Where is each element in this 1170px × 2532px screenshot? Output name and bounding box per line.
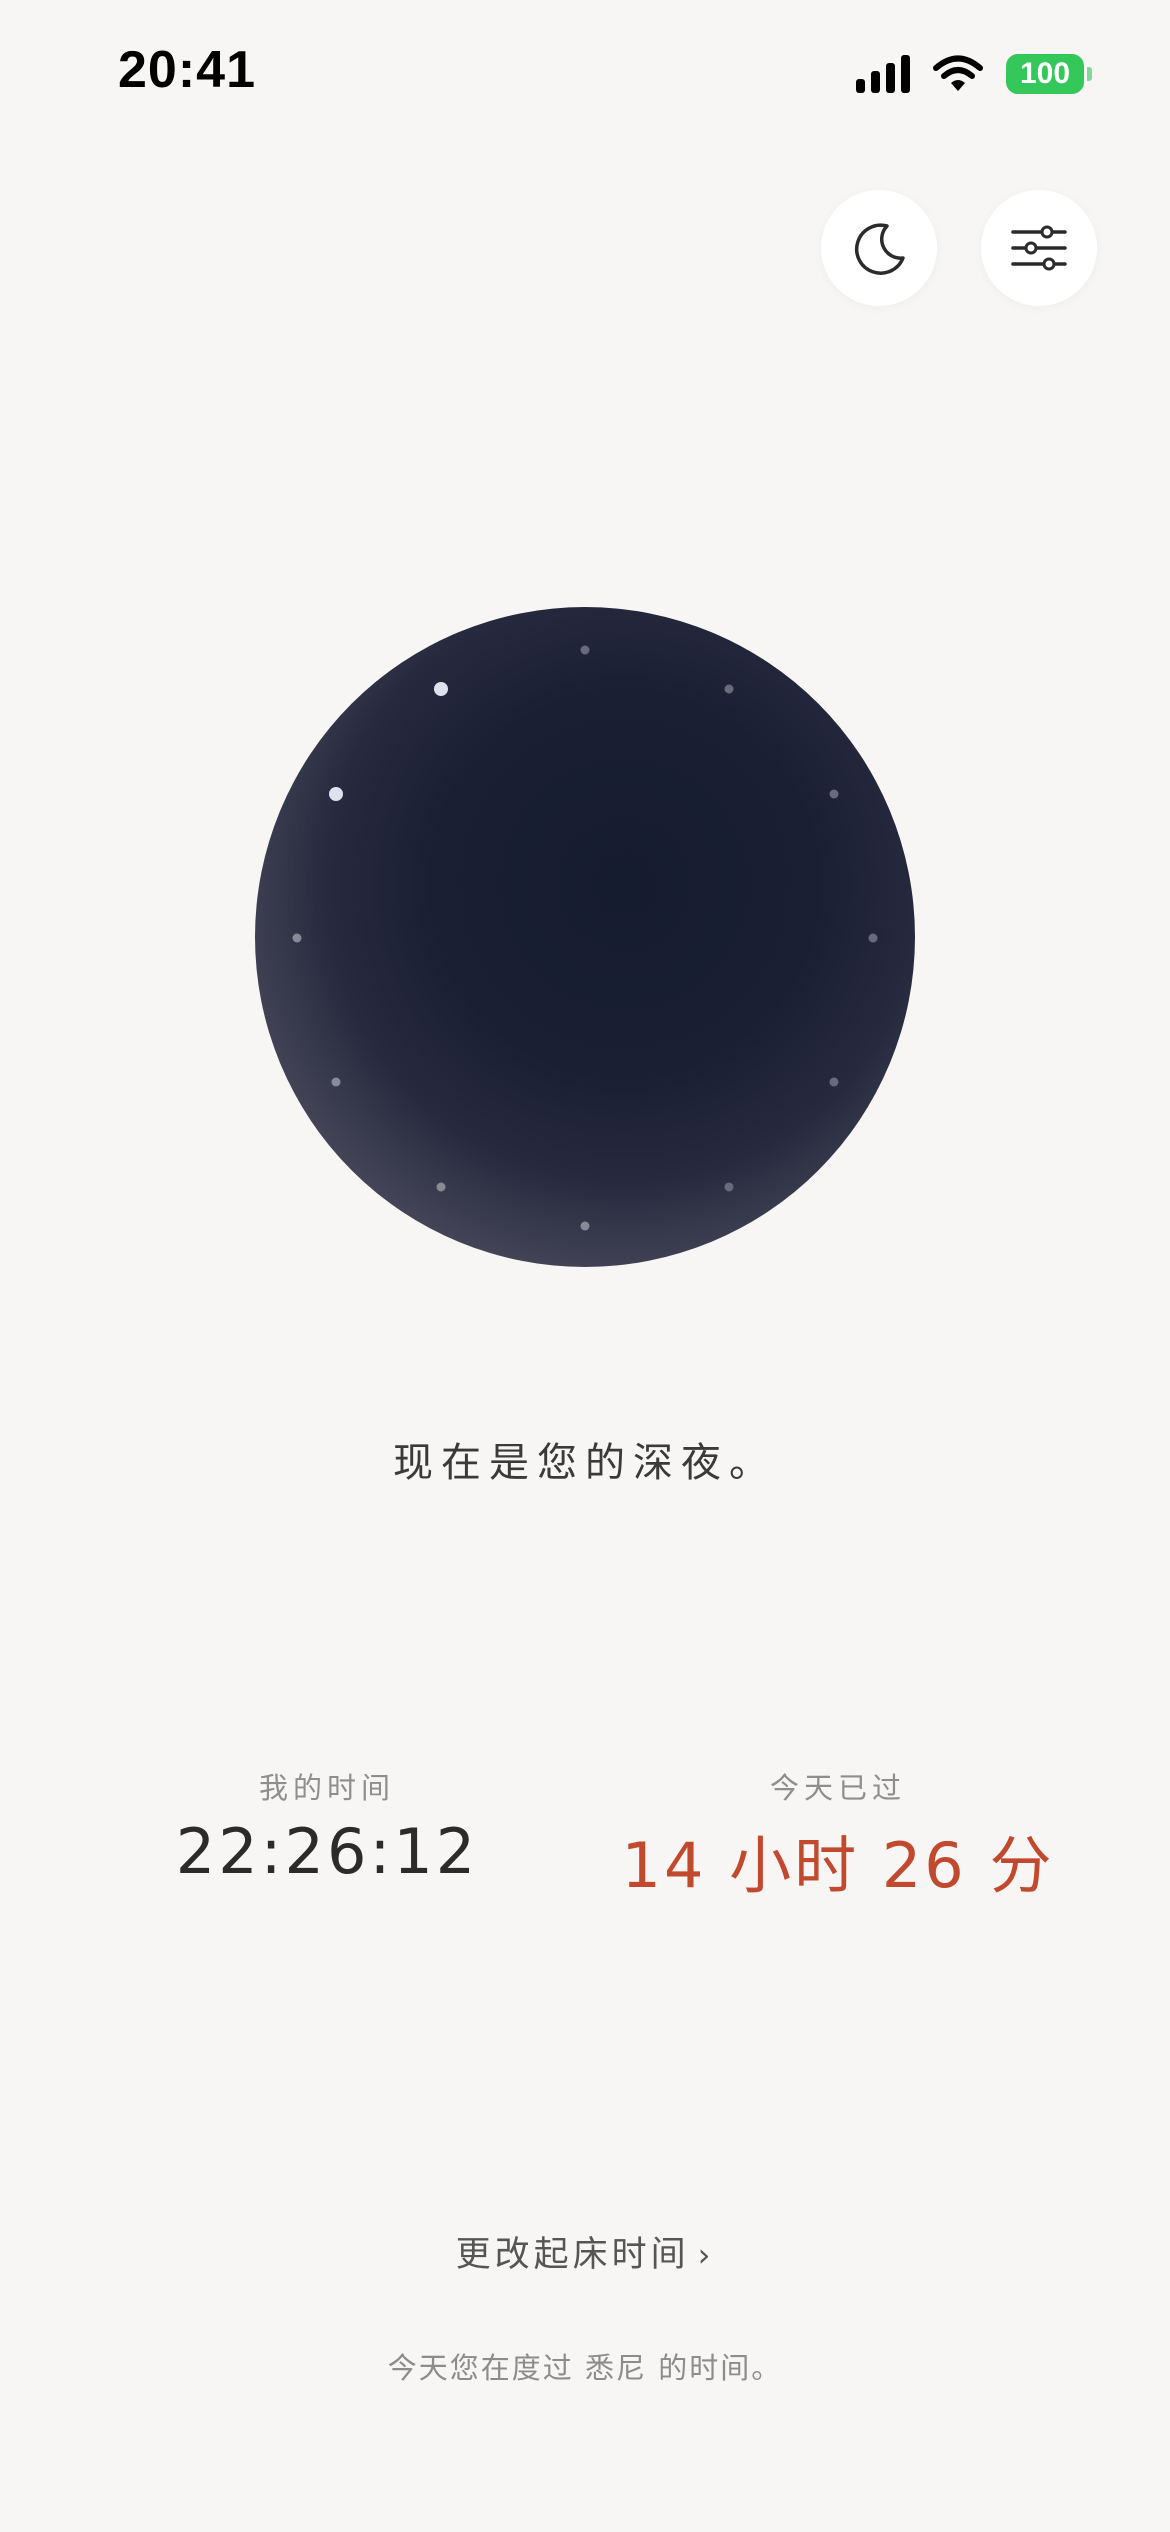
status-bar: 20:41 100 <box>0 0 1170 150</box>
timezone-note: 今天您在度过 悉尼 的时间。 <box>387 2351 783 2385</box>
dial-tick <box>868 933 878 943</box>
moon-icon <box>854 223 905 275</box>
dial-tick <box>724 684 734 694</box>
time-of-day-message: 现在是您的深夜。 <box>393 1440 777 1486</box>
dial-tick-active <box>434 682 448 696</box>
my-time-value: 22:26:12 <box>175 1815 479 1888</box>
elapsed-label: 今天已过 <box>769 1771 906 1805</box>
dial-tick <box>292 933 302 943</box>
dial-tick <box>829 1077 839 1087</box>
status-time: 20:41 <box>118 41 256 99</box>
change-wake-time-link[interactable]: 更改起床时间 › <box>0 2226 1170 2277</box>
dial-tick <box>580 645 590 655</box>
battery-icon: 100 <box>1006 54 1092 94</box>
chevron-right-icon: › <box>697 2236 715 2274</box>
dial-tick <box>331 1077 341 1087</box>
battery-level: 100 <box>1006 54 1084 94</box>
elapsed-value: 14 小时 26 分 <box>621 1829 1055 1902</box>
my-time-label: 我的时间 <box>258 1771 395 1805</box>
night-mode-button[interactable] <box>821 190 937 306</box>
dial-tick-active <box>329 787 343 801</box>
dial-tick <box>829 789 839 799</box>
signal-icon <box>856 55 910 93</box>
dial-tick <box>724 1182 734 1192</box>
status-icons: 100 <box>856 54 1092 94</box>
dial-tick <box>436 1182 446 1192</box>
wifi-icon <box>933 55 983 91</box>
time-dial <box>255 607 915 1267</box>
change-wake-time-label: 更改起床时间 <box>455 2235 690 2275</box>
dial-tick <box>580 1221 590 1231</box>
settings-button[interactable] <box>981 190 1097 306</box>
sliders-icon <box>1011 225 1067 271</box>
dial-ticks <box>292 645 878 1231</box>
